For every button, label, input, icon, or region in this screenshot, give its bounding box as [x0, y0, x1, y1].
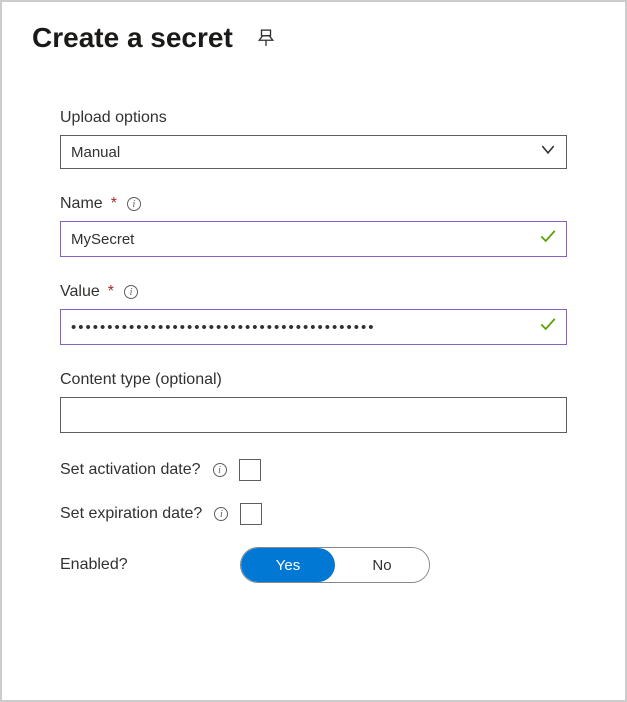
- content-type-input[interactable]: [60, 397, 567, 433]
- info-icon[interactable]: i: [124, 285, 138, 299]
- name-input[interactable]: [60, 221, 567, 257]
- enabled-yes-button[interactable]: Yes: [241, 548, 335, 582]
- value-field: Value * i: [60, 283, 567, 345]
- page-header: Create a secret: [32, 22, 595, 54]
- enabled-no-button[interactable]: No: [335, 548, 429, 582]
- upload-options-label: Upload options: [60, 109, 167, 127]
- expiration-date-label: Set expiration date?: [60, 505, 202, 523]
- page-title: Create a secret: [32, 22, 233, 54]
- activation-date-label: Set activation date?: [60, 461, 201, 479]
- create-secret-form: Upload options Name * i: [32, 109, 595, 583]
- expiration-date-checkbox[interactable]: [240, 503, 262, 525]
- info-icon[interactable]: i: [214, 507, 228, 521]
- activation-date-field: Set activation date? i: [60, 459, 567, 481]
- upload-options-field: Upload options: [60, 109, 567, 169]
- pin-icon[interactable]: [257, 29, 275, 47]
- enabled-field: Enabled? Yes No: [60, 547, 567, 583]
- content-type-field: Content type (optional): [60, 371, 567, 433]
- enabled-toggle: Yes No: [240, 547, 430, 583]
- info-icon[interactable]: i: [127, 197, 141, 211]
- name-field: Name * i: [60, 195, 567, 257]
- upload-options-select[interactable]: [60, 135, 567, 169]
- value-input[interactable]: [60, 309, 567, 345]
- name-label: Name: [60, 195, 103, 213]
- activation-date-checkbox[interactable]: [239, 459, 261, 481]
- expiration-date-field: Set expiration date? i: [60, 503, 567, 525]
- enabled-label: Enabled?: [60, 556, 240, 574]
- required-indicator: *: [108, 283, 114, 301]
- value-label: Value: [60, 283, 100, 301]
- content-type-label: Content type (optional): [60, 371, 222, 389]
- info-icon[interactable]: i: [213, 463, 227, 477]
- required-indicator: *: [111, 195, 117, 213]
